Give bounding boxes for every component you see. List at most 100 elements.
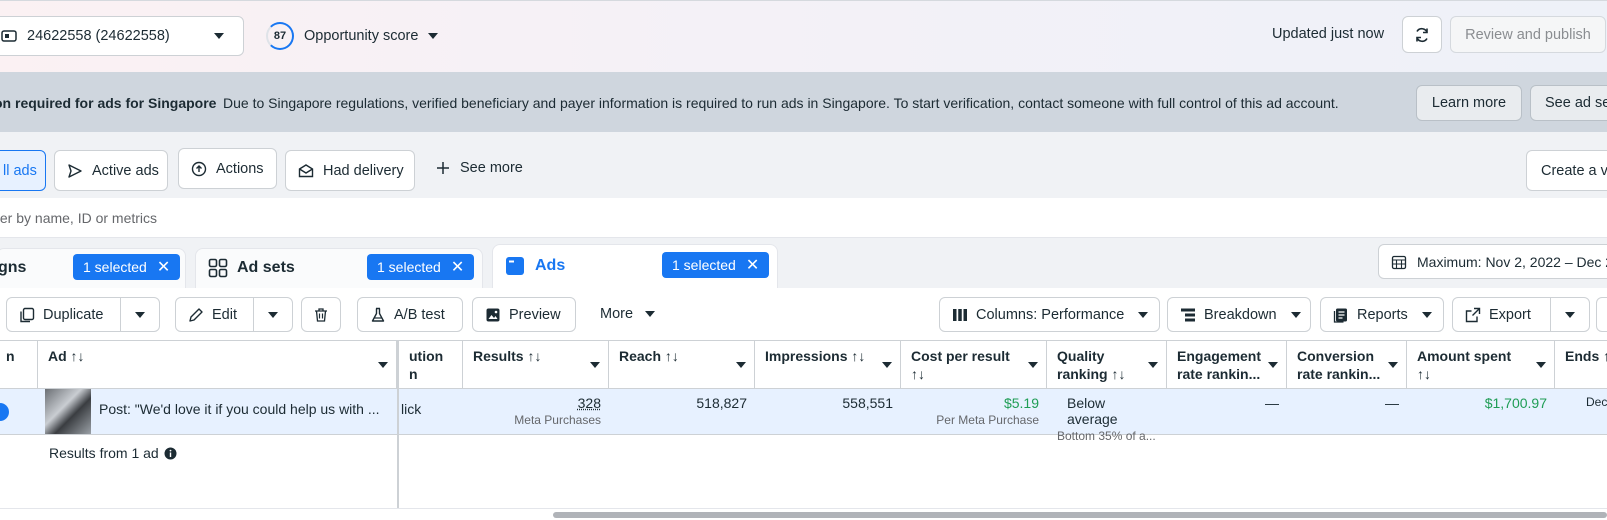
ab-test-button[interactable]: A/B test xyxy=(357,297,463,332)
refresh-icon xyxy=(1413,26,1431,44)
header-label: n xyxy=(6,348,15,364)
column-header-engagement-ranking[interactable]: Engagement rate rankin... xyxy=(1167,340,1287,389)
columns-button[interactable]: Columns: Performance xyxy=(939,297,1160,332)
column-header-cost-per-result[interactable]: Cost per result ↑↓ xyxy=(901,340,1047,389)
search-bar[interactable] xyxy=(0,198,1607,238)
date-range-label: Maximum: Nov 2, 2022 – Dec 2 xyxy=(1417,254,1607,270)
account-selector[interactable]: 24622558 (24622558) xyxy=(0,16,244,56)
opportunity-score[interactable]: 87 Opportunity score xyxy=(266,22,438,50)
header-label: Reach ↑↓ xyxy=(619,348,679,364)
reports-icon xyxy=(1333,307,1349,323)
chevron-down-icon xyxy=(428,33,438,39)
column-header-amount-spent[interactable]: Amount spent ↑↓ xyxy=(1407,340,1555,389)
date-range-picker[interactable]: Maximum: Nov 2, 2022 – Dec 2 xyxy=(1378,244,1607,279)
frozen-column-divider[interactable] xyxy=(397,340,399,510)
more-button[interactable]: More xyxy=(600,306,655,322)
chevron-down-icon[interactable] xyxy=(736,362,746,368)
pencil-icon xyxy=(188,307,204,323)
close-icon[interactable]: ✕ xyxy=(746,255,759,275)
column-header-attribution[interactable]: ution n xyxy=(399,340,463,389)
horizontal-scrollbar[interactable] xyxy=(553,512,1607,518)
extra-toolbar-button[interactable] xyxy=(1596,297,1607,332)
ad-account-icon xyxy=(1,28,17,44)
edit-button[interactable]: Edit xyxy=(175,297,254,332)
chevron-down-icon xyxy=(645,311,655,317)
preview-label: Preview xyxy=(509,307,561,323)
see-more-label: See more xyxy=(460,160,523,176)
search-input[interactable]: ter by name, ID or metrics xyxy=(0,210,157,226)
header-label: Cost per result xyxy=(911,347,1036,365)
adsets-selected-pill[interactable]: 1 selected ✕ xyxy=(367,254,474,280)
all-ads-label: ll ads xyxy=(3,163,37,179)
see-ad-set-button[interactable]: See ad set xyxy=(1530,85,1607,121)
columns-icon xyxy=(952,307,968,323)
campaigns-selected-pill[interactable]: 1 selected ✕ xyxy=(73,254,180,280)
refresh-button[interactable] xyxy=(1402,16,1442,53)
chevron-down-icon[interactable] xyxy=(1268,362,1278,368)
upload-circle-icon xyxy=(191,161,207,177)
column-header-quality-ranking[interactable]: Quality ranking ↑↓ xyxy=(1047,340,1167,389)
chevron-down-icon[interactable] xyxy=(1388,362,1398,368)
cost-sub: Per Meta Purchase xyxy=(909,413,1039,427)
attribution-cell: lick xyxy=(393,395,463,441)
chevron-down-icon[interactable] xyxy=(1148,362,1158,368)
chevron-down-icon[interactable] xyxy=(882,362,892,368)
chevron-down-icon[interactable] xyxy=(1028,362,1038,368)
review-and-publish-button[interactable]: Review and publish xyxy=(1450,16,1606,53)
ads-window-icon xyxy=(505,256,525,276)
see-more-filters[interactable]: See more xyxy=(436,160,523,176)
breakdown-icon xyxy=(1180,307,1196,323)
quality-value: Below average xyxy=(1057,395,1159,427)
results-value[interactable]: 328 xyxy=(471,395,601,411)
send-icon xyxy=(67,163,83,179)
export-dropdown[interactable] xyxy=(1550,297,1590,332)
chevron-down-icon[interactable] xyxy=(1536,362,1546,368)
reports-button[interactable]: Reports xyxy=(1320,297,1444,332)
column-header-ends[interactable]: Ends ↑ xyxy=(1555,340,1607,389)
chevron-down-icon[interactable] xyxy=(590,362,600,368)
had-delivery-chip[interactable]: Had delivery xyxy=(285,150,415,191)
edit-dropdown[interactable] xyxy=(253,297,293,332)
breakdown-label: Breakdown xyxy=(1204,307,1277,323)
breakdown-button[interactable]: Breakdown xyxy=(1167,297,1311,332)
chevron-down-icon[interactable] xyxy=(378,362,388,368)
column-header-ad[interactable]: Ad ↑↓ xyxy=(38,340,397,389)
results-sub: Meta Purchases xyxy=(471,413,601,427)
duplicate-button[interactable]: Duplicate xyxy=(6,297,121,332)
banner-message: Due to Singapore regulations, verified b… xyxy=(223,95,1339,111)
create-view-button[interactable]: Create a v xyxy=(1526,150,1607,191)
close-icon[interactable]: ✕ xyxy=(157,257,170,277)
column-header-reach[interactable]: Reach ↑↓ xyxy=(609,340,755,389)
reach-cell: 518,827 xyxy=(609,389,755,435)
header-label: Conversion xyxy=(1297,347,1396,365)
tab-ads-label: Ads xyxy=(535,257,565,275)
learn-more-button[interactable]: Learn more xyxy=(1416,85,1522,121)
ads-selected-pill[interactable]: 1 selected ✕ xyxy=(662,252,769,278)
chevron-down-icon xyxy=(1565,312,1575,318)
ad-thumbnail xyxy=(45,389,91,434)
active-ads-chip[interactable]: Active ads xyxy=(54,150,168,191)
ad-name-cell[interactable]: Post: "We'd love it if you could help us… xyxy=(91,395,391,441)
results-summary-label: Results from 1 ad xyxy=(49,445,159,461)
ad-sets-grid-icon xyxy=(208,258,228,278)
close-icon[interactable]: ✕ xyxy=(451,257,464,277)
column-header-conversion-ranking[interactable]: Conversion rate rankin... xyxy=(1287,340,1407,389)
header-label: Ad ↑↓ xyxy=(48,348,85,364)
preview-button[interactable]: Preview xyxy=(472,297,576,332)
export-icon xyxy=(1465,307,1481,323)
duplicate-icon xyxy=(19,307,35,323)
delete-button[interactable] xyxy=(301,297,341,332)
flask-icon xyxy=(370,307,386,323)
column-header-results[interactable]: Results ↑↓ xyxy=(463,340,609,389)
duplicate-dropdown[interactable] xyxy=(120,297,160,332)
all-ads-chip[interactable]: ll ads xyxy=(0,150,46,191)
column-header-name[interactable]: n xyxy=(0,340,38,389)
actions-chip[interactable]: Actions xyxy=(178,148,277,189)
score-label: Opportunity score xyxy=(304,28,418,44)
plus-icon xyxy=(436,161,450,175)
header-label: Results ↑↓ xyxy=(473,348,541,364)
export-button[interactable]: Export xyxy=(1452,297,1551,332)
info-icon[interactable] xyxy=(164,447,177,460)
column-header-impressions[interactable]: Impressions ↑↓ xyxy=(755,340,901,389)
results-cell: 328 Meta Purchases xyxy=(463,389,609,435)
